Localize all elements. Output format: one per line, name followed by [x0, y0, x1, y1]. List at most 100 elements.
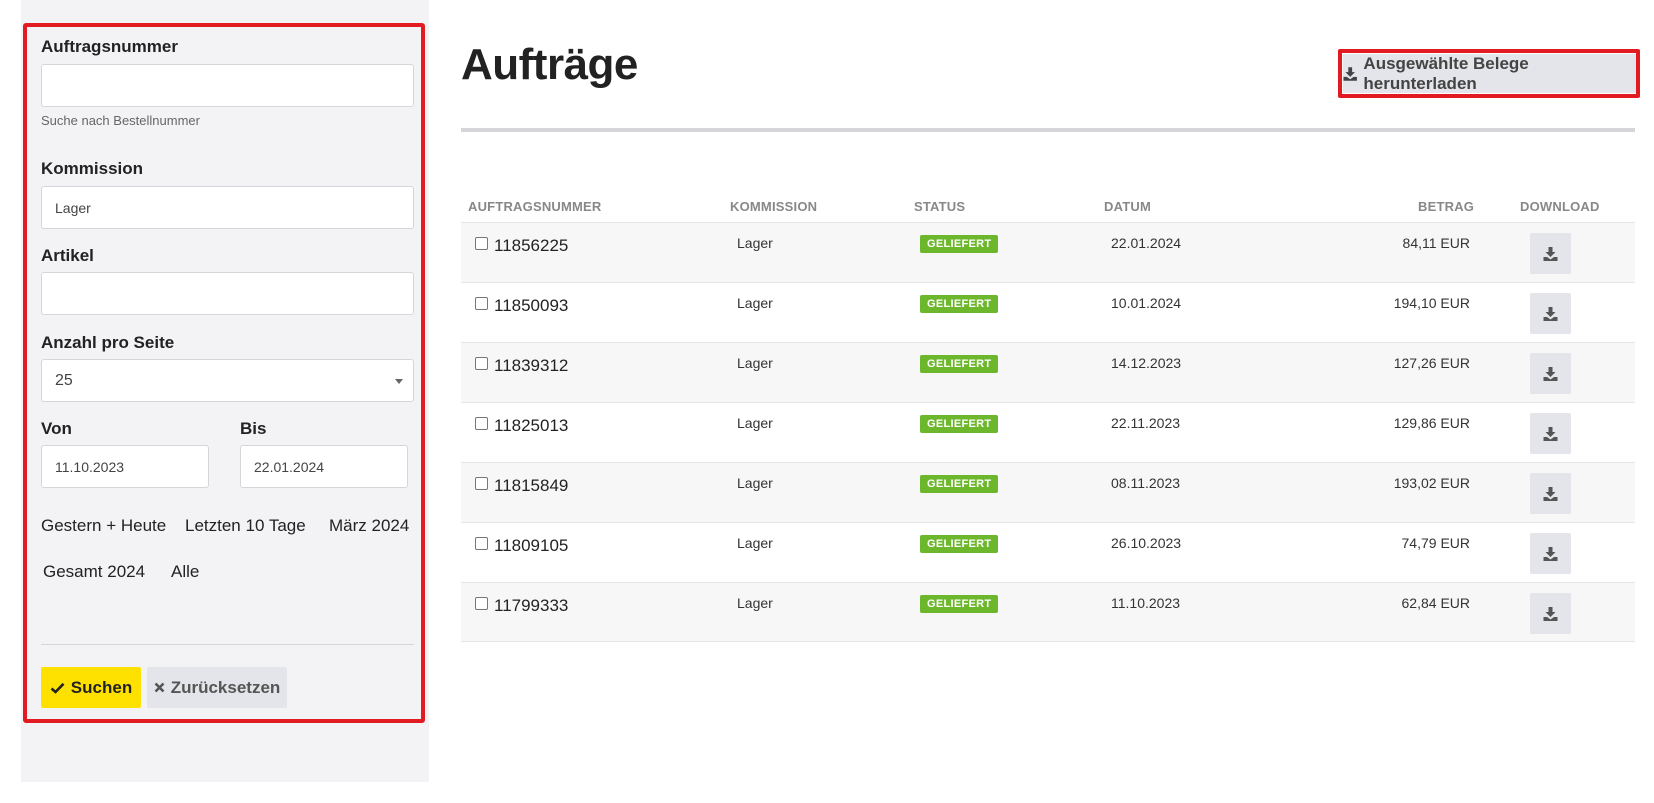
- order-number: 11825013: [494, 416, 569, 435]
- commission: Lager: [737, 595, 773, 611]
- table-row: 11850093 Lager GELIEFERT 10.01.2024 194,…: [461, 282, 1635, 342]
- commission-input[interactable]: Lager: [41, 186, 414, 229]
- table-row: 11809105 Lager GELIEFERT 26.10.2023 74,7…: [461, 522, 1635, 582]
- row-download-button[interactable]: [1530, 293, 1571, 334]
- row-checkbox[interactable]: [475, 237, 488, 250]
- order-date: 22.01.2024: [1111, 235, 1182, 251]
- column-header-commission: KOMMISSION: [730, 199, 818, 214]
- order-amount: 74,79 EUR: [1401, 535, 1470, 551]
- order-date: 22.11.2023: [1111, 415, 1181, 431]
- per-page-select[interactable]: 25: [41, 359, 414, 402]
- order-amount: 84,11 EUR: [1402, 235, 1470, 251]
- filter-divider: [41, 644, 414, 645]
- search-button-label: Suchen: [70, 677, 133, 697]
- reset-button-label: Zurücksetzen: [170, 677, 281, 697]
- download-icon: [1543, 246, 1558, 261]
- table-row: 11825013 Lager GELIEFERT 22.11.2023 129,…: [461, 402, 1635, 462]
- row-download-button[interactable]: [1530, 533, 1571, 574]
- quick-range-yesterday-today[interactable]: Gestern + Heute: [41, 516, 166, 536]
- order-date: 14.12.2023: [1111, 355, 1182, 371]
- download-icon: [1543, 306, 1558, 321]
- commission: Lager: [737, 355, 773, 371]
- order-date: 08.11.2023: [1111, 475, 1181, 491]
- column-header-download: DOWNLOAD: [1520, 199, 1600, 214]
- order-number: 11850093: [494, 296, 569, 315]
- row-download-button[interactable]: [1530, 233, 1571, 274]
- download-icon: [1543, 606, 1558, 621]
- row-checkbox[interactable]: [475, 477, 488, 490]
- download-icon: [1543, 546, 1558, 561]
- table-row: 11839312 Lager GELIEFERT 14.12.2023 127,…: [461, 342, 1635, 402]
- status-badge: GELIEFERT: [920, 475, 999, 493]
- order-amount: 193,02 EUR: [1393, 475, 1470, 491]
- commission: Lager: [737, 475, 773, 491]
- order-date: 11.10.2023: [1111, 595, 1181, 611]
- status-badge: GELIEFERT: [920, 355, 999, 373]
- order-number: 11856225: [494, 236, 569, 255]
- order-amount: 127,26 EUR: [1393, 355, 1470, 371]
- quick-range-march-2024[interactable]: März 2024: [329, 516, 409, 536]
- row-checkbox[interactable]: [475, 357, 488, 370]
- order-date: 10.01.2024: [1111, 295, 1182, 311]
- order-number-input[interactable]: [41, 64, 414, 107]
- filter-panel: Auftragsnummer Suche nach Bestellnummer …: [23, 23, 425, 723]
- order-amount: 62,84 EUR: [1401, 595, 1470, 611]
- chevron-down-icon: [395, 379, 403, 384]
- order-number: 11839312: [494, 356, 569, 375]
- table-row: 11856225 Lager GELIEFERT 22.01.2024 84,1…: [461, 222, 1635, 282]
- order-number-label: Auftragsnummer: [41, 37, 178, 56]
- per-page-label: Anzahl pro Seite: [41, 333, 175, 352]
- table-row: 11799333 Lager GELIEFERT 11.10.2023 62,8…: [461, 582, 1635, 642]
- column-header-date: DATUM: [1104, 199, 1151, 214]
- quick-range-total-2024[interactable]: Gesamt 2024: [43, 562, 145, 582]
- article-input[interactable]: [41, 272, 414, 315]
- row-checkbox[interactable]: [475, 297, 488, 310]
- download-selected-button[interactable]: Ausgewählte Belege herunterladen: [1343, 54, 1636, 93]
- status-badge: GELIEFERT: [920, 595, 999, 613]
- reset-button[interactable]: Zurücksetzen: [147, 667, 287, 708]
- row-checkbox[interactable]: [475, 597, 488, 610]
- download-icon: [1343, 66, 1357, 81]
- from-date-input[interactable]: 11.10.2023: [41, 445, 209, 488]
- order-number: 11799333: [494, 596, 569, 615]
- download-icon: [1543, 426, 1558, 441]
- order-number: 11809105: [494, 536, 569, 555]
- row-checkbox[interactable]: [475, 537, 488, 550]
- commission-label: Kommission: [41, 159, 144, 178]
- to-label: Bis: [240, 419, 267, 438]
- order-number: 11815849: [494, 476, 569, 495]
- quick-range-last-10-days[interactable]: Letzten 10 Tage: [185, 516, 306, 536]
- to-date-input[interactable]: 22.01.2024: [240, 445, 408, 488]
- row-download-button[interactable]: [1530, 353, 1571, 394]
- row-checkbox[interactable]: [475, 417, 488, 430]
- column-header-amount: BETRAG: [1418, 199, 1475, 214]
- table-row: 11815849 Lager GELIEFERT 08.11.2023 193,…: [461, 462, 1635, 522]
- check-icon: [50, 682, 65, 694]
- order-number-hint: Suche nach Bestellnummer: [41, 113, 200, 128]
- status-badge: GELIEFERT: [920, 235, 999, 253]
- row-download-button[interactable]: [1530, 413, 1571, 454]
- from-label: Von: [41, 419, 72, 438]
- status-badge: GELIEFERT: [920, 295, 999, 313]
- download-icon: [1543, 366, 1558, 381]
- commission: Lager: [737, 535, 773, 551]
- download-icon: [1543, 486, 1558, 501]
- quick-range-all[interactable]: Alle: [171, 562, 199, 582]
- download-selected-label: Ausgewählte Belege herunterladen: [1363, 53, 1529, 93]
- title-divider: [461, 128, 1635, 132]
- commission: Lager: [737, 295, 773, 311]
- commission: Lager: [737, 235, 773, 251]
- order-amount: 129,86 EUR: [1393, 415, 1470, 431]
- row-download-button[interactable]: [1530, 593, 1571, 634]
- status-badge: GELIEFERT: [920, 415, 999, 433]
- row-download-button[interactable]: [1530, 473, 1571, 514]
- order-amount: 194,10 EUR: [1393, 295, 1470, 311]
- page-title: Aufträge: [461, 40, 638, 89]
- commission: Lager: [737, 415, 773, 431]
- times-icon: [154, 682, 165, 693]
- order-date: 26.10.2023: [1111, 535, 1182, 551]
- search-button[interactable]: Suchen: [41, 667, 141, 708]
- column-header-status: STATUS: [914, 199, 966, 214]
- status-badge: GELIEFERT: [920, 535, 999, 553]
- article-label: Artikel: [41, 246, 94, 265]
